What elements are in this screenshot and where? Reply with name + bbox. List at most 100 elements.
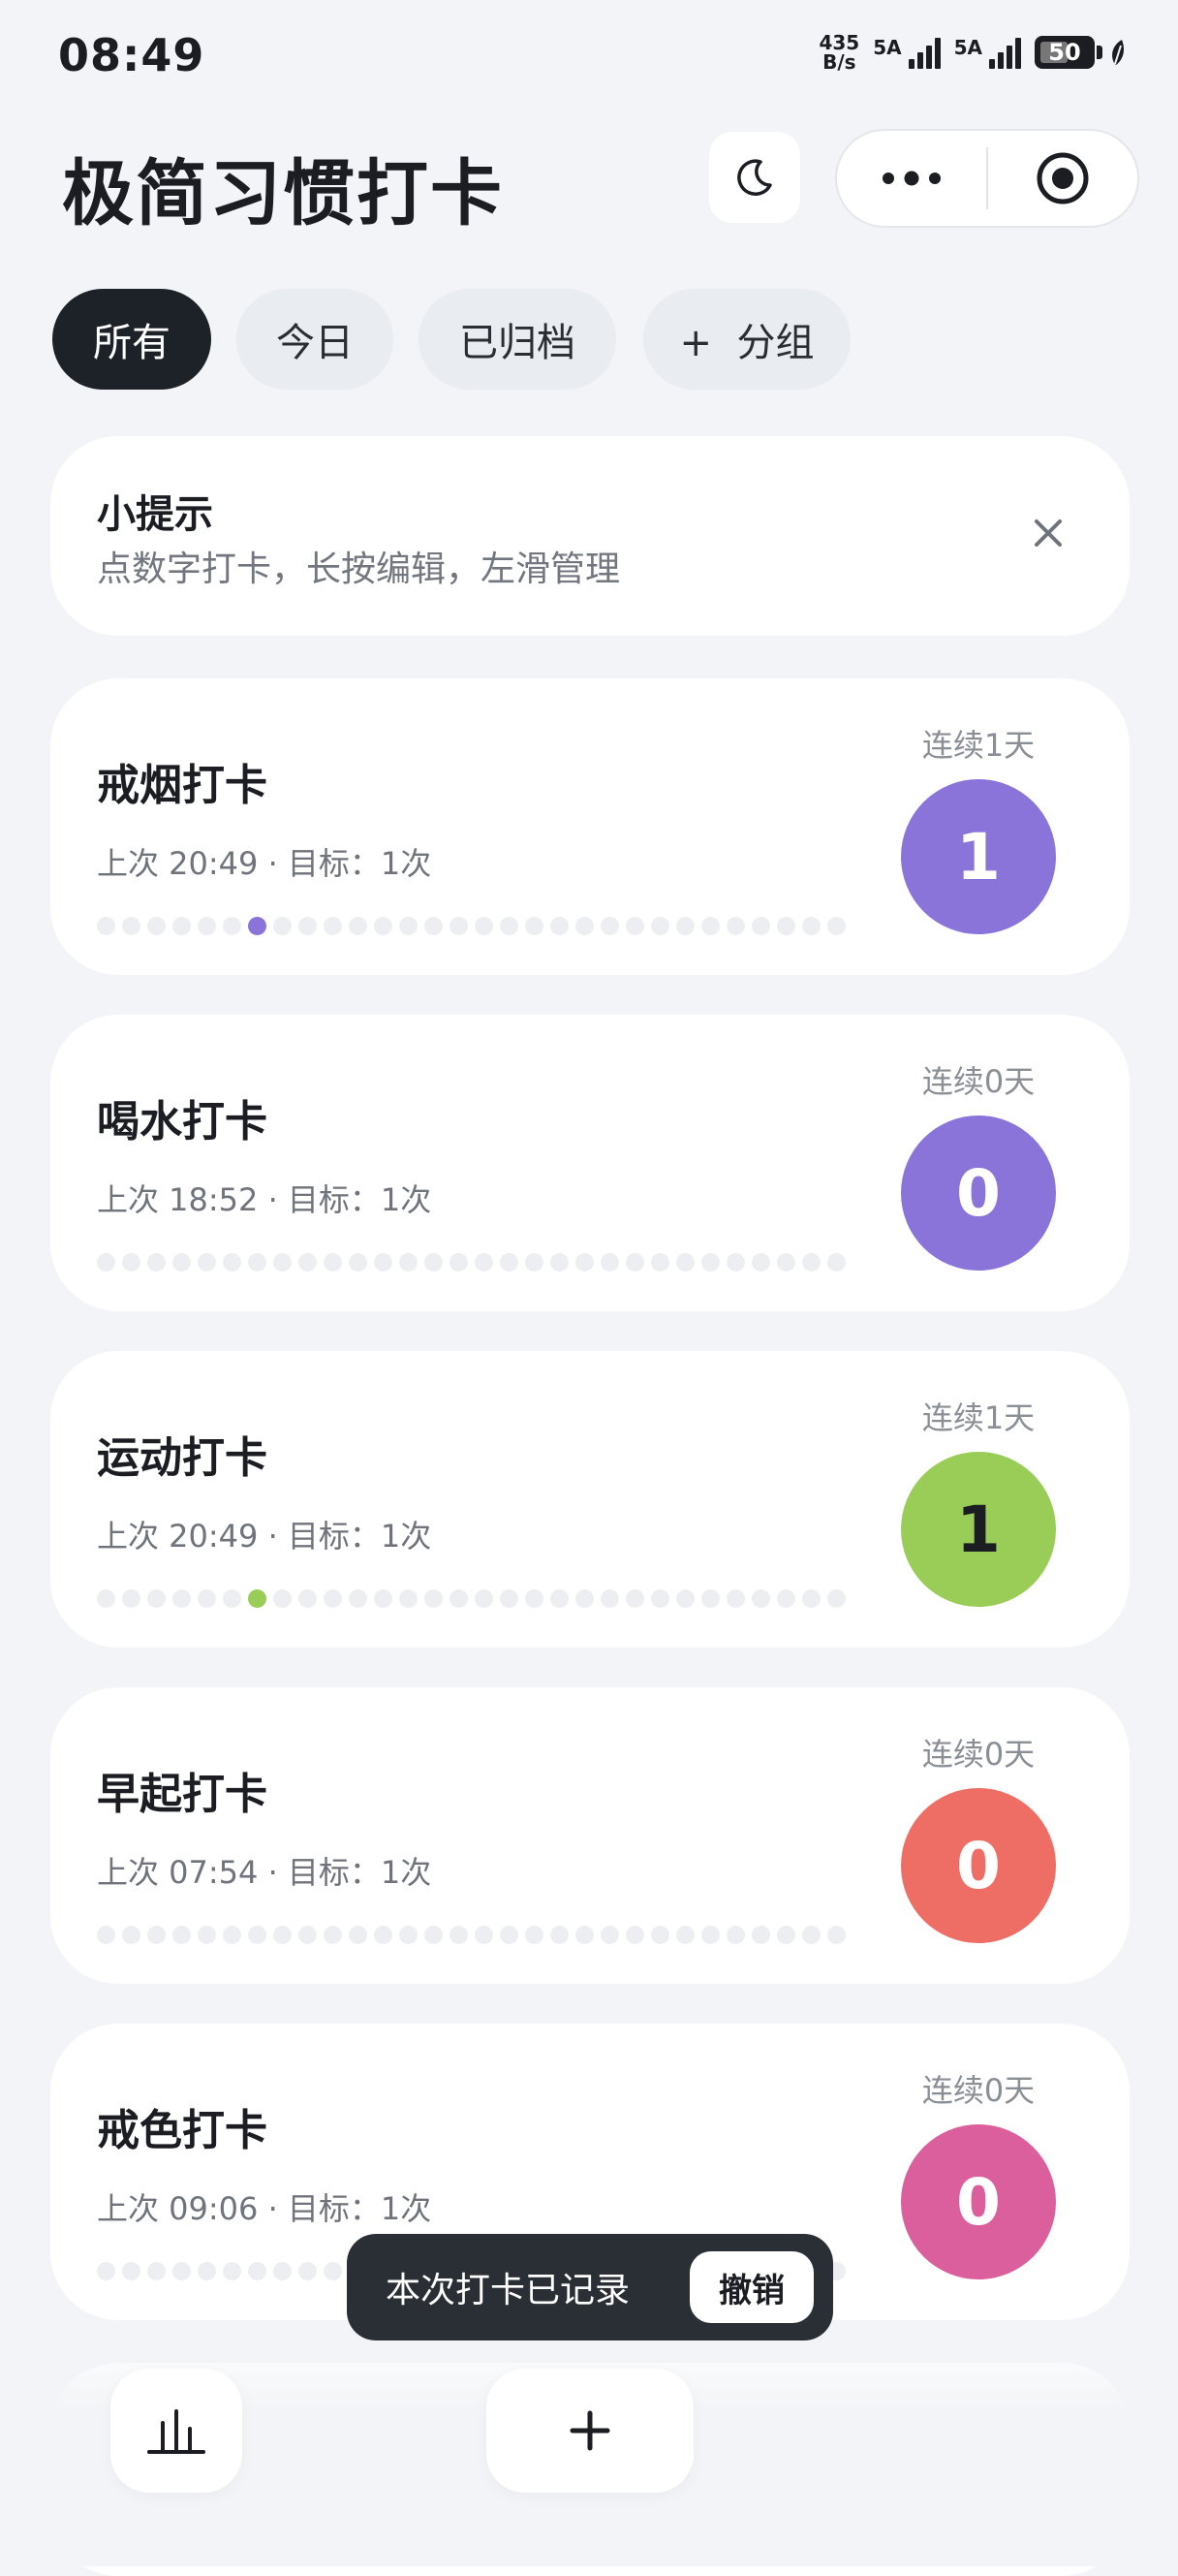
history-dot — [198, 2262, 216, 2280]
tab-add-group[interactable]: + 分组 — [643, 289, 851, 390]
more-dots-icon — [883, 171, 941, 186]
history-dot — [223, 2262, 241, 2280]
checkin-counter-button[interactable]: 0 — [901, 2124, 1056, 2279]
history-dot — [626, 1589, 644, 1608]
add-habit-button[interactable] — [486, 2369, 694, 2493]
network-speed-unit: B/s — [822, 50, 856, 74]
toast-message: 本次打卡已记录 — [386, 2271, 631, 2310]
tab-all[interactable]: 所有 — [52, 289, 211, 390]
habit-meta: 上次 07:54 · 目标：1次 — [97, 1854, 432, 1891]
tab-today[interactable]: 今日 — [236, 289, 393, 390]
theme-toggle-button[interactable] — [709, 132, 800, 223]
history-dot — [601, 1589, 619, 1608]
history-dot — [424, 1589, 443, 1608]
history-dot — [525, 917, 543, 935]
history-dot — [575, 1926, 594, 1944]
streak-label: 连续0天 — [921, 2072, 1036, 2109]
close-icon[interactable] — [1027, 512, 1070, 554]
history-dot — [676, 1253, 695, 1272]
history-dot — [248, 1253, 266, 1272]
history-dot — [802, 1926, 821, 1944]
history-dot — [475, 1253, 493, 1272]
history-dots — [97, 917, 846, 935]
tip-text: 点数字打卡，长按编辑，左滑管理 — [97, 550, 621, 589]
history-dot — [198, 1926, 216, 1944]
checkin-counter-button[interactable]: 1 — [901, 779, 1056, 934]
history-dot — [324, 1253, 342, 1272]
history-dot — [525, 1589, 543, 1608]
moon-icon — [737, 159, 772, 196]
bar-chart-icon — [147, 2409, 205, 2454]
history-dot — [374, 917, 392, 935]
history-dot — [525, 1926, 543, 1944]
history-dot — [450, 1253, 468, 1272]
history-dot — [248, 1589, 266, 1608]
history-dot — [147, 1926, 166, 1944]
battery-level: 50 — [1048, 39, 1081, 66]
history-dot — [500, 917, 518, 935]
history-dot — [399, 1253, 418, 1272]
close-miniprogram-button[interactable] — [988, 131, 1137, 226]
tab-archived[interactable]: 已归档 — [418, 289, 616, 390]
history-dot — [399, 917, 418, 935]
history-dot — [752, 917, 770, 935]
history-dot — [500, 1253, 518, 1272]
network-speed: 435 B/s — [819, 33, 859, 72]
history-dots — [97, 1926, 846, 1944]
history-dot — [122, 1589, 140, 1608]
history-dot — [349, 917, 367, 935]
history-dot — [324, 2262, 342, 2280]
history-dot — [97, 1926, 115, 1944]
history-dot — [399, 1589, 418, 1608]
history-dot — [601, 1253, 619, 1272]
history-dot — [172, 2262, 191, 2280]
history-dot — [172, 917, 191, 935]
network-speed-value: 435 — [819, 31, 860, 54]
history-dot — [575, 1253, 594, 1272]
checkin-counter-button[interactable]: 1 — [901, 1452, 1056, 1607]
history-dot — [374, 1589, 392, 1608]
history-dot — [475, 1926, 493, 1944]
history-dot — [298, 917, 317, 935]
history-dot — [777, 1589, 795, 1608]
history-dot — [273, 1589, 292, 1608]
history-dot — [550, 917, 569, 935]
history-dot — [198, 1253, 216, 1272]
history-dot — [601, 1926, 619, 1944]
history-dot — [701, 917, 720, 935]
toast: 本次打卡已记录 撤销 — [347, 2234, 833, 2340]
target-icon — [1037, 152, 1089, 204]
history-dot — [727, 1926, 745, 1944]
status-time: 08:49 — [58, 29, 205, 81]
history-dot — [324, 1926, 342, 1944]
more-button[interactable] — [837, 131, 986, 226]
history-dots — [97, 1253, 846, 1272]
history-dot — [147, 917, 166, 935]
history-dot — [97, 2262, 115, 2280]
history-dot — [550, 1253, 569, 1272]
history-dot — [827, 1926, 846, 1944]
history-dot — [575, 1589, 594, 1608]
signal-2-label: 5A — [953, 36, 982, 59]
undo-button[interactable]: 撤销 — [690, 2251, 814, 2323]
history-dot — [298, 1926, 317, 1944]
history-dot — [752, 1926, 770, 1944]
history-dot — [399, 1926, 418, 1944]
streak-label: 连续0天 — [921, 1736, 1036, 1773]
history-dot — [122, 917, 140, 935]
history-dot — [223, 1926, 241, 1944]
checkin-counter-button[interactable]: 0 — [901, 1115, 1056, 1271]
leaf-icon — [1112, 40, 1124, 65]
history-dot — [500, 1926, 518, 1944]
history-dot — [223, 917, 241, 935]
history-dot — [223, 1589, 241, 1608]
history-dot — [475, 917, 493, 935]
habit-meta: 上次 20:49 · 目标：1次 — [97, 845, 432, 882]
history-dot — [172, 1253, 191, 1272]
history-dot — [676, 1589, 695, 1608]
stats-button[interactable] — [110, 2369, 242, 2493]
history-dot — [248, 1926, 266, 1944]
streak-label: 连续0天 — [921, 1063, 1036, 1100]
checkin-counter-button[interactable]: 0 — [901, 1788, 1056, 1943]
habit-meta: 上次 09:06 · 目标：1次 — [97, 2190, 432, 2227]
